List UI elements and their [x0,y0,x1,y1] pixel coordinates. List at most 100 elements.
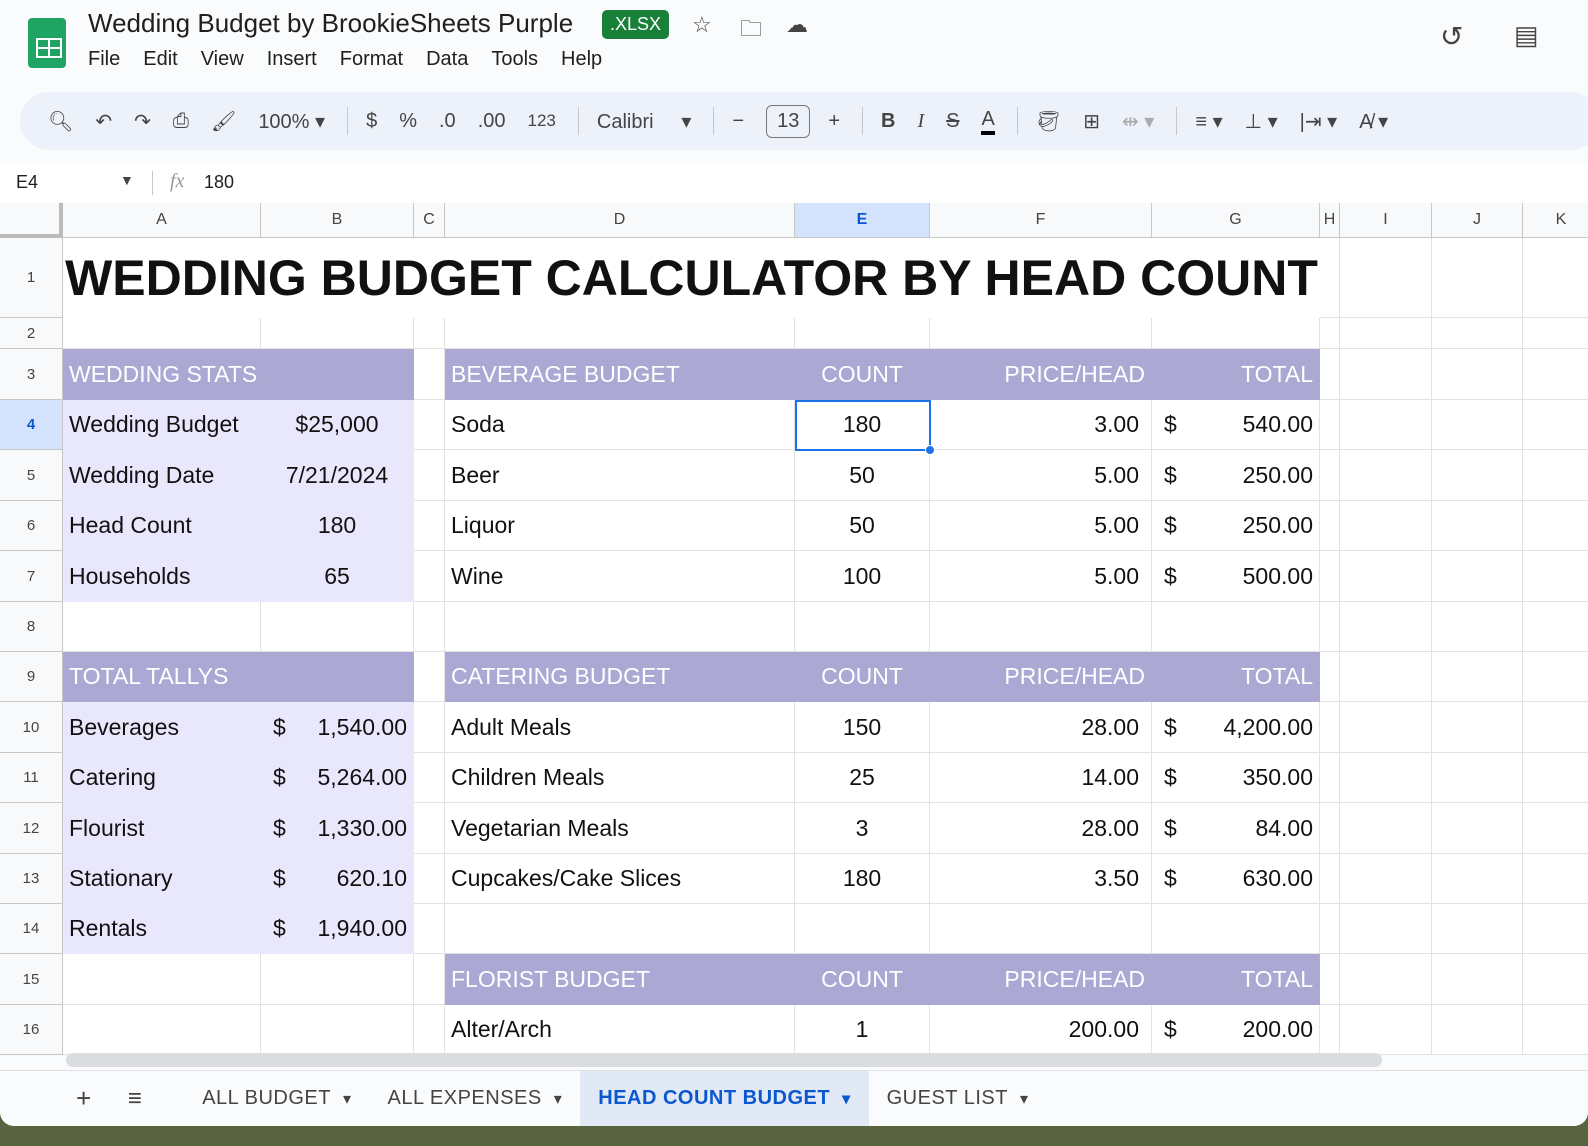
grid-cell[interactable] [63,954,261,1005]
grid-cell[interactable] [414,904,445,954]
horizontal-align-icon[interactable]: ≡ ▾ [1195,109,1222,134]
grid-cell[interactable] [1523,238,1588,318]
menu-data[interactable]: Data [426,48,468,71]
stat-label[interactable]: Wedding Budget [63,400,261,450]
grid-cell[interactable] [1432,501,1523,551]
version-history-icon[interactable]: ↺ [1440,20,1463,53]
grid-cell[interactable] [930,602,1152,652]
grid-cell[interactable] [1340,318,1432,349]
star-icon[interactable]: ☆ [692,12,712,38]
add-sheet-button[interactable]: + [0,1071,110,1127]
row-header-9[interactable]: 9 [0,652,63,702]
grid-cell[interactable] [1432,854,1523,904]
row-header-7[interactable]: 7 [0,551,63,602]
grid-cell[interactable] [1320,400,1340,450]
grid-cell[interactable] [1432,954,1523,1005]
stat-value[interactable]: 7/21/2024 [261,450,414,501]
grid-cell[interactable] [1523,602,1588,652]
grid-cell[interactable] [1340,400,1432,450]
bold-icon[interactable]: B [881,110,895,133]
tally-value[interactable]: $1,540.00 [261,702,414,753]
move-folder-icon[interactable]: 🗀 [740,12,762,50]
tally-label[interactable]: Stationary [63,854,261,904]
fill-color-icon[interactable]: 🪣︎ [1036,109,1061,134]
percent-button[interactable]: % [399,110,417,133]
select-all-corner[interactable] [0,203,63,238]
item-price[interactable]: 28.00 [930,803,1152,854]
item-count[interactable]: 180 [795,400,930,450]
item-total[interactable]: $500.00 [1152,551,1320,602]
item-name[interactable]: Beer [445,450,795,501]
grid-cell[interactable] [930,904,1152,954]
column-header-f[interactable]: F [930,203,1152,238]
grid-cell[interactable] [63,602,261,652]
column-header-i[interactable]: I [1340,203,1432,238]
item-price[interactable]: 3.50 [930,854,1152,904]
grid-cell[interactable] [1340,702,1432,753]
grid-cell[interactable] [1340,602,1432,652]
price-header[interactable]: PRICE/HEAD [930,652,1152,702]
menu-tools[interactable]: Tools [491,48,538,71]
column-header-e[interactable]: E [795,203,930,238]
stat-label[interactable]: Head Count [63,501,261,551]
grid-cell[interactable] [414,318,445,349]
item-price[interactable]: 5.00 [930,501,1152,551]
tally-label[interactable]: Catering [63,753,261,803]
grid-cell[interactable] [261,954,414,1005]
grid-cell[interactable] [1432,602,1523,652]
menu-help[interactable]: Help [561,48,602,71]
search-icon[interactable]: 🔍︎ [48,109,73,134]
sheet-tab-all-budget[interactable]: ALL BUDGET ▾ [184,1071,369,1127]
menu-edit[interactable]: Edit [143,48,177,71]
stat-value[interactable]: $25,000 [261,400,414,450]
grid-cell[interactable] [1523,854,1588,904]
row-header-12[interactable]: 12 [0,803,63,854]
row-header-13[interactable]: 13 [0,854,63,904]
grid-cell[interactable] [1152,602,1320,652]
grid-cell[interactable] [1340,551,1432,602]
row-header-15[interactable]: 15 [0,954,63,1005]
item-name[interactable]: Children Meals [445,753,795,803]
budget-header[interactable]: FLORIST BUDGET [445,954,795,1005]
grid-cell[interactable] [261,1005,414,1055]
item-price[interactable]: 3.00 [930,400,1152,450]
item-total[interactable]: $250.00 [1152,450,1320,501]
decrease-font-size-button[interactable]: − [732,110,744,133]
item-count[interactable]: 50 [795,501,930,551]
grid-cell[interactable] [1340,954,1432,1005]
item-name[interactable]: Soda [445,400,795,450]
count-header[interactable]: COUNT [795,349,930,400]
grid-cell[interactable] [1432,551,1523,602]
grid-cell[interactable] [1523,803,1588,854]
text-wrap-icon[interactable]: |⇥ ▾ [1300,109,1338,134]
grid-cell[interactable] [1340,501,1432,551]
grid-cell[interactable] [414,501,445,551]
increase-decimal-button[interactable]: .00 [478,110,506,133]
grid-cell[interactable] [1320,238,1340,318]
column-header-h[interactable]: H [1320,203,1340,238]
menu-format[interactable]: Format [340,48,403,71]
grid-cell[interactable] [1320,753,1340,803]
grid-cell[interactable] [1432,1005,1523,1055]
tally-label[interactable]: Rentals [63,904,261,954]
item-count[interactable]: 3 [795,803,930,854]
grid-cell[interactable] [1523,450,1588,501]
row-header-10[interactable]: 10 [0,702,63,753]
print-icon[interactable]: ⎙ [173,110,189,133]
tally-value[interactable]: $1,940.00 [261,904,414,954]
grid-cell[interactable] [1432,803,1523,854]
grid-cell[interactable] [414,450,445,501]
column-header-c[interactable]: C [414,203,445,238]
grid-cell[interactable] [1320,450,1340,501]
tallies-header[interactable]: TOTAL TALLYS [63,652,414,702]
item-price[interactable]: 14.00 [930,753,1152,803]
row-header-8[interactable]: 8 [0,602,63,652]
item-count[interactable]: 100 [795,551,930,602]
strikethrough-icon[interactable]: S [946,110,959,133]
item-total[interactable]: $250.00 [1152,501,1320,551]
item-total[interactable]: $4,200.00 [1152,702,1320,753]
menu-insert[interactable]: Insert [267,48,317,71]
item-count[interactable]: 1 [795,1005,930,1055]
row-header-2[interactable]: 2 [0,318,63,349]
sheet-tab-head-count-budget[interactable]: HEAD COUNT BUDGET ▾ [580,1070,869,1126]
